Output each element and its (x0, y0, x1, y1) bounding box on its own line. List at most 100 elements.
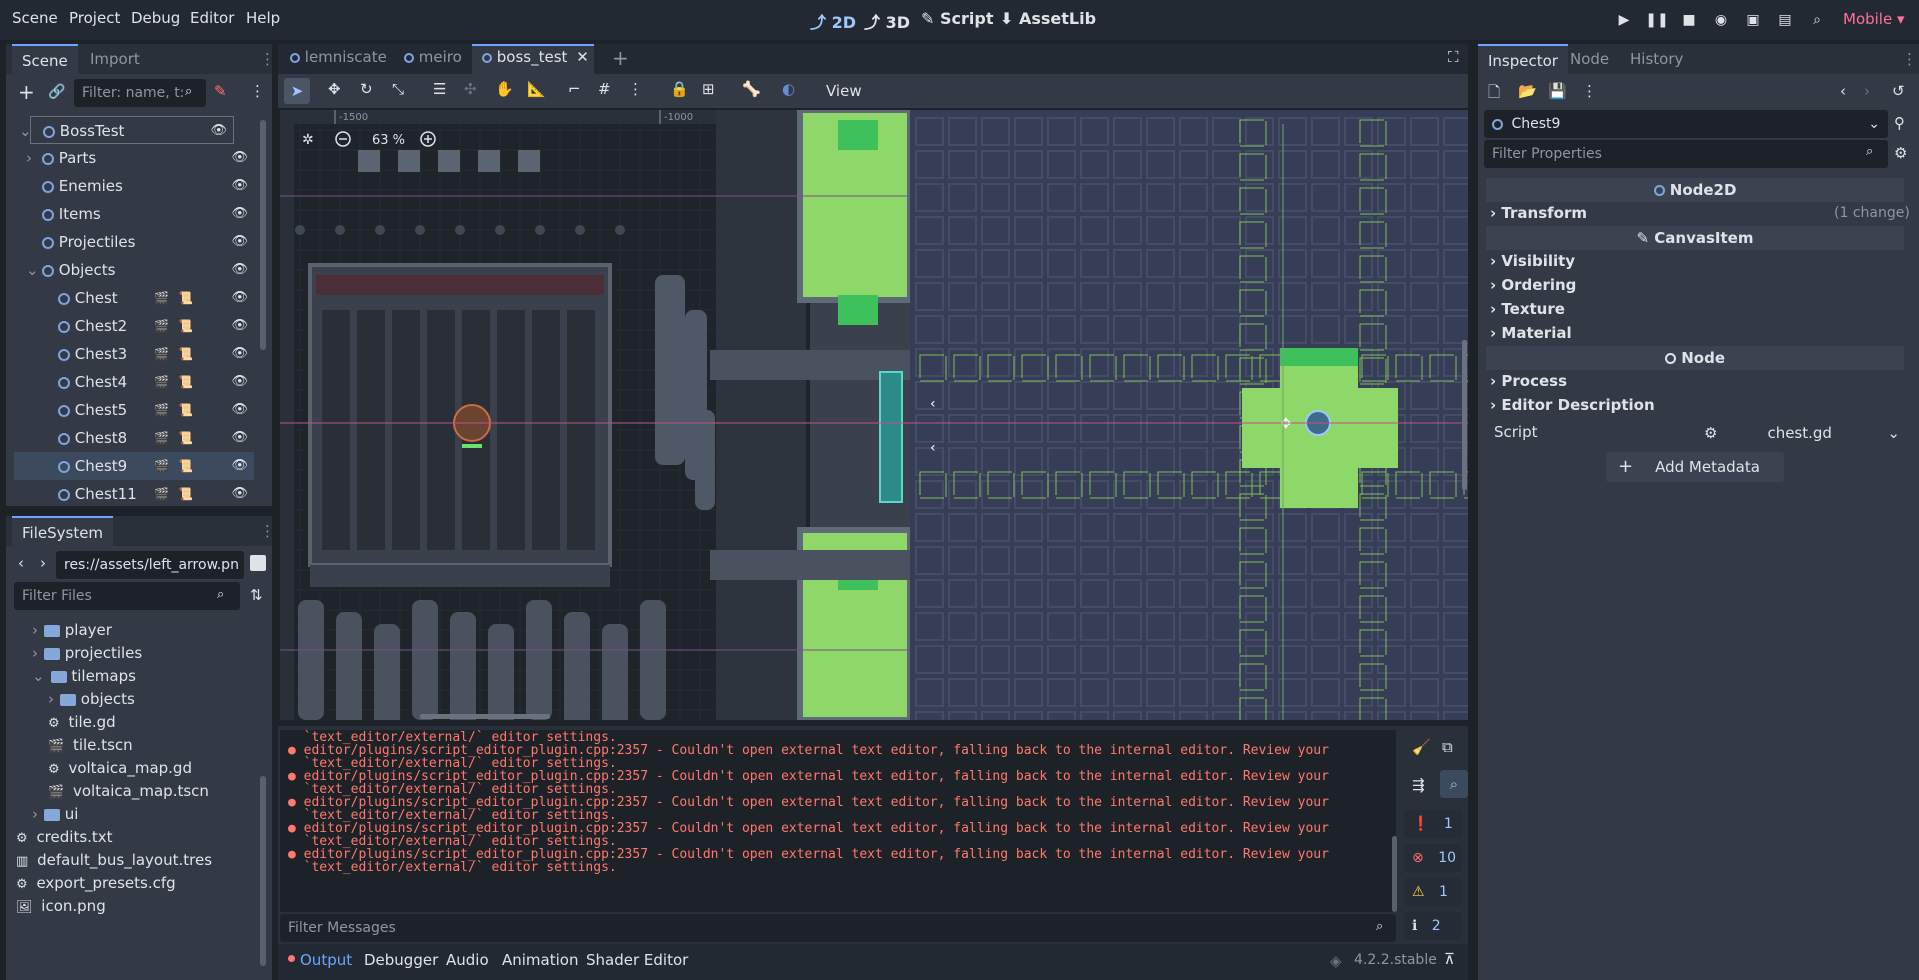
workspace-2d-button[interactable]: ⤴ 2D (810, 9, 856, 33)
script-icon[interactable]: 📜 (178, 480, 193, 508)
movie-maker-icon[interactable]: ⌕ (1807, 10, 1827, 30)
visibility-eye-icon[interactable]: 👁 (231, 340, 248, 368)
info-filter-button[interactable]: ℹ 2 (1404, 912, 1462, 940)
instance-icon[interactable]: 🎬 (154, 452, 169, 480)
copy-output-icon[interactable]: ⧉ (1442, 738, 1453, 756)
instance-icon[interactable]: 🎬 (154, 368, 169, 396)
renderer-select[interactable]: Mobile ▾ (1843, 10, 1905, 28)
warnings-filter-button[interactable]: ⚠ 1 (1404, 878, 1462, 906)
tab-output[interactable]: Output (300, 951, 352, 969)
chevron-right-icon[interactable]: › (32, 644, 38, 662)
prop-ordering[interactable]: › Ordering (1490, 276, 1576, 294)
visibility-eye-icon[interactable]: 👁 (210, 117, 227, 145)
files-filter-input[interactable]: Filter Files (14, 582, 240, 610)
lock-icon[interactable]: 🔒 (670, 80, 689, 98)
menu-editor[interactable]: Editor (190, 9, 234, 27)
scene-menu-icon[interactable]: ⋮ (250, 82, 265, 100)
chevron-right-icon[interactable]: › (48, 690, 54, 708)
file-item[interactable]: 🖼 icon.png (16, 892, 106, 920)
visibility-eye-icon[interactable]: 👁 (231, 256, 248, 284)
tab-import[interactable]: Import (80, 44, 150, 74)
tab-filesystem[interactable]: FileSystem (12, 516, 114, 546)
scale-mode-icon[interactable]: ⤡ (392, 80, 404, 98)
save-resource-icon[interactable]: 💾 (1548, 82, 1567, 100)
doc-icon[interactable]: ⚲ (1894, 114, 1905, 132)
pin-panel-icon[interactable]: ⊼ (1444, 950, 1455, 968)
back-icon[interactable]: ‹ (18, 554, 24, 572)
visibility-eye-icon[interactable]: 👁 (231, 284, 248, 312)
menu-help[interactable]: Help (246, 9, 280, 27)
smart-snap-icon[interactable]: ⌐ (568, 80, 581, 98)
path-input[interactable]: res://assets/left_arrow.pn (56, 551, 244, 579)
visibility-eye-icon[interactable]: 👁 (231, 368, 248, 396)
visibility-eye-icon[interactable]: 👁 (231, 200, 248, 228)
scene-tree-item[interactable]: Chest9 🎬 📜 👁 (14, 452, 254, 480)
pause-icon[interactable]: ❚❚ (1645, 10, 1668, 30)
script-icon[interactable]: 📜 (178, 452, 193, 480)
visibility-eye-icon[interactable]: 👁 (231, 172, 248, 200)
skeleton-icon[interactable]: 🦴 (742, 80, 761, 98)
script-icon[interactable]: 📜 (178, 340, 193, 368)
stop-icon[interactable]: ■ (1679, 10, 1699, 30)
script-icon[interactable]: 📜 (178, 396, 193, 424)
visibility-eye-icon[interactable]: 👁 (231, 480, 248, 508)
tab-shader-editor[interactable]: Shader Editor (586, 951, 688, 969)
move-mode-icon[interactable]: ✥ (328, 80, 341, 98)
scene-tree-item[interactable]: Enemies 👁 (14, 172, 254, 200)
messages-filter-button[interactable]: ❗ 1 (1404, 810, 1462, 838)
script-icon[interactable]: 📜 (178, 284, 193, 312)
tab-history[interactable]: History (1620, 44, 1693, 74)
chevron-down-icon[interactable]: ⌄ (19, 117, 32, 145)
filter-properties-input[interactable]: Filter Properties (1484, 140, 1888, 168)
distraction-free-icon[interactable]: ⛶ (1448, 48, 1459, 66)
prop-material[interactable]: › Material (1490, 324, 1572, 342)
clear-output-icon[interactable]: 🧹 (1412, 738, 1431, 756)
search-toggle-icon[interactable]: ⌕ (1440, 770, 1468, 798)
instance-icon[interactable]: 🎬 (154, 480, 169, 508)
scene-tree-item[interactable]: Chest3 🎬 📜 👁 (14, 340, 254, 368)
pivot-icon[interactable]: ✣ (464, 80, 477, 98)
scene-tab-meiro[interactable]: meiro (404, 48, 462, 66)
prop-process[interactable]: › Process (1490, 372, 1567, 390)
workspace-3d-button[interactable]: ⤴ 3D (864, 9, 910, 33)
link-icon[interactable]: 🔗 (48, 84, 65, 100)
level-map[interactable]: -1500-1000-5000✥‹‹✲63 % (280, 110, 1468, 720)
forward-icon[interactable]: › (40, 554, 46, 572)
script-resource-picker[interactable]: ⚙ chest.gd ⌄ (1700, 420, 1904, 446)
instance-icon[interactable]: 🎬 (154, 396, 169, 424)
resource-menu-icon[interactable]: ⋮ (1582, 82, 1597, 100)
object-history-icon[interactable]: ↺ (1892, 82, 1905, 100)
tab-scene[interactable]: Scene (12, 44, 78, 74)
menu-debug[interactable]: Debug (131, 9, 180, 27)
dock-menu-icon[interactable]: ⋮ (1902, 50, 1917, 68)
add-metadata-button[interactable]: + Add Metadata (1606, 452, 1784, 482)
view-menu[interactable]: View (826, 82, 862, 100)
ruler-mode-icon[interactable]: 📐 (527, 80, 546, 98)
visibility-eye-icon[interactable]: 👁 (231, 228, 248, 256)
scene-tree-item[interactable]: Projectiles 👁 (14, 228, 254, 256)
tab-node[interactable]: Node (1560, 44, 1619, 74)
play-custom-icon[interactable]: ▤ (1775, 10, 1795, 30)
prop-texture[interactable]: › Texture (1490, 300, 1565, 318)
visibility-eye-icon[interactable]: 👁 (231, 452, 248, 480)
scene-tree-item[interactable]: ⌄ Objects 👁 (14, 256, 254, 284)
chevron-right-icon[interactable]: › (32, 621, 38, 639)
scene-tree-scrollbar[interactable] (260, 120, 266, 350)
tab-inspector[interactable]: Inspector (1478, 44, 1568, 74)
scene-tree-item[interactable]: Chest 🎬 📜 👁 (14, 284, 254, 312)
prop-transform[interactable]: › Transform (1490, 204, 1587, 222)
collapse-icon[interactable]: ⇶ (1412, 776, 1425, 794)
scene-tree-item[interactable]: Chest11 🎬 📜 👁 (14, 480, 254, 508)
scene-tree-item[interactable]: Items 👁 (14, 200, 254, 228)
canvas-viewport[interactable]: -1500-1000-5000✥‹‹✲63 % (280, 110, 1468, 720)
play-current-icon[interactable]: ▣ (1743, 10, 1763, 30)
scene-tab-lemniscate[interactable]: lemniscate (290, 48, 387, 66)
tab-audio[interactable]: Audio (446, 951, 489, 969)
select-mode-icon[interactable]: ➤ (284, 78, 310, 104)
visibility-eye-icon[interactable]: 👁 (231, 424, 248, 452)
remote-debug-icon[interactable]: ◉ (1711, 10, 1731, 30)
pan-mode-icon[interactable]: ✋ (495, 80, 514, 98)
scene-tree-item[interactable]: Chest8 🎬 📜 👁 (14, 424, 254, 452)
dock-menu-icon[interactable]: ⋮ (260, 50, 275, 68)
scene-tree-item[interactable]: ⌄ BossTest 👁 (19, 116, 234, 145)
